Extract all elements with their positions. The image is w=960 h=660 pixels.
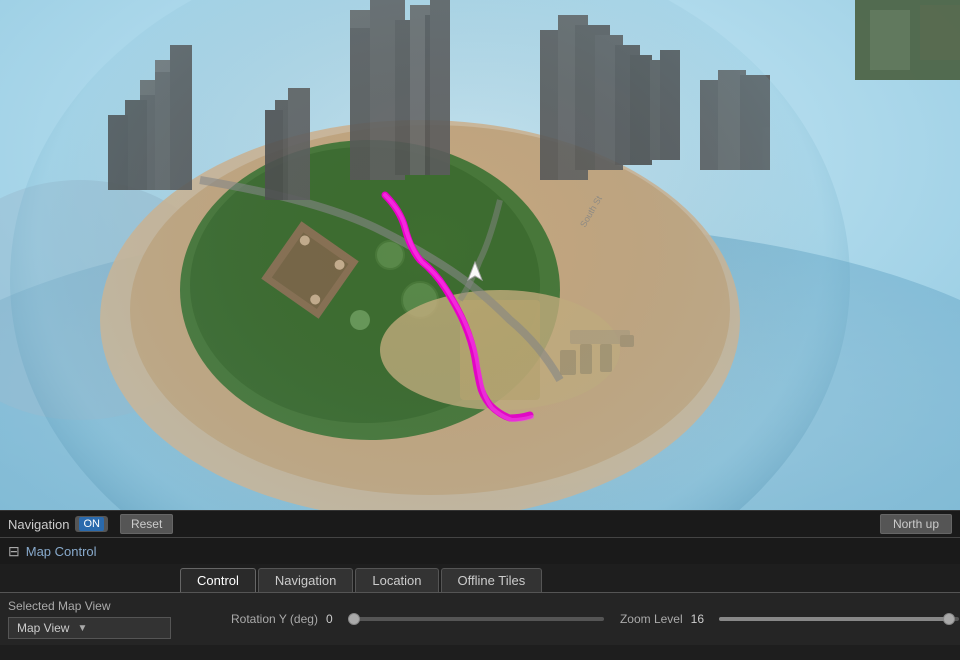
zoom-group: Zoom Level 16 (620, 612, 959, 626)
toggle-on-label: ON (79, 517, 104, 531)
zoom-slider-fill (719, 617, 947, 621)
rotation-value: 0 (326, 612, 346, 626)
panel-title[interactable]: Map Control (26, 544, 97, 559)
chevron-down-icon: ▼ (77, 623, 87, 634)
tab-offline-tiles[interactable]: Offline Tiles (441, 568, 543, 592)
map-view-value: Map View (17, 621, 69, 635)
navigation-toggle-group: Navigation ON (8, 516, 108, 532)
tabs-row: Control Navigation Location Offline Tile… (0, 564, 960, 592)
tab-control[interactable]: Control (180, 568, 256, 592)
zoom-label: Zoom Level (620, 612, 683, 626)
panel-header: ⊟ Map Control (0, 538, 960, 564)
reset-button[interactable]: Reset (120, 514, 173, 534)
rotation-slider[interactable] (354, 617, 604, 621)
rotation-slider-thumb[interactable] (348, 613, 360, 625)
control-content: Selected Map View Map View ▼ Rotation Y … (0, 592, 960, 645)
navigation-label: Navigation (8, 517, 69, 532)
bottom-toolbar: Navigation ON Reset North up (0, 510, 960, 537)
tab-location[interactable]: Location (355, 568, 438, 592)
zoom-value: 16 (691, 612, 711, 626)
north-up-button[interactable]: North up (880, 514, 952, 534)
zoom-slider[interactable] (719, 617, 959, 621)
zoom-slider-thumb[interactable] (943, 613, 955, 625)
rotation-label: Rotation Y (deg) (231, 612, 318, 626)
panel-collapse-icon[interactable]: ⊟ (8, 543, 20, 560)
navigation-toggle[interactable]: ON (75, 516, 108, 532)
map-control-panel: ⊟ Map Control Control Navigation Locatio… (0, 537, 960, 660)
selected-map-view-label: Selected Map View (8, 599, 171, 613)
map-view-dropdown[interactable]: Map View ▼ (8, 617, 171, 639)
tab-navigation[interactable]: Navigation (258, 568, 353, 592)
left-panel: Selected Map View Map View ▼ (8, 599, 183, 639)
rotation-group: Rotation Y (deg) 0 (231, 612, 604, 626)
map-viewport[interactable]: South St (0, 0, 960, 510)
